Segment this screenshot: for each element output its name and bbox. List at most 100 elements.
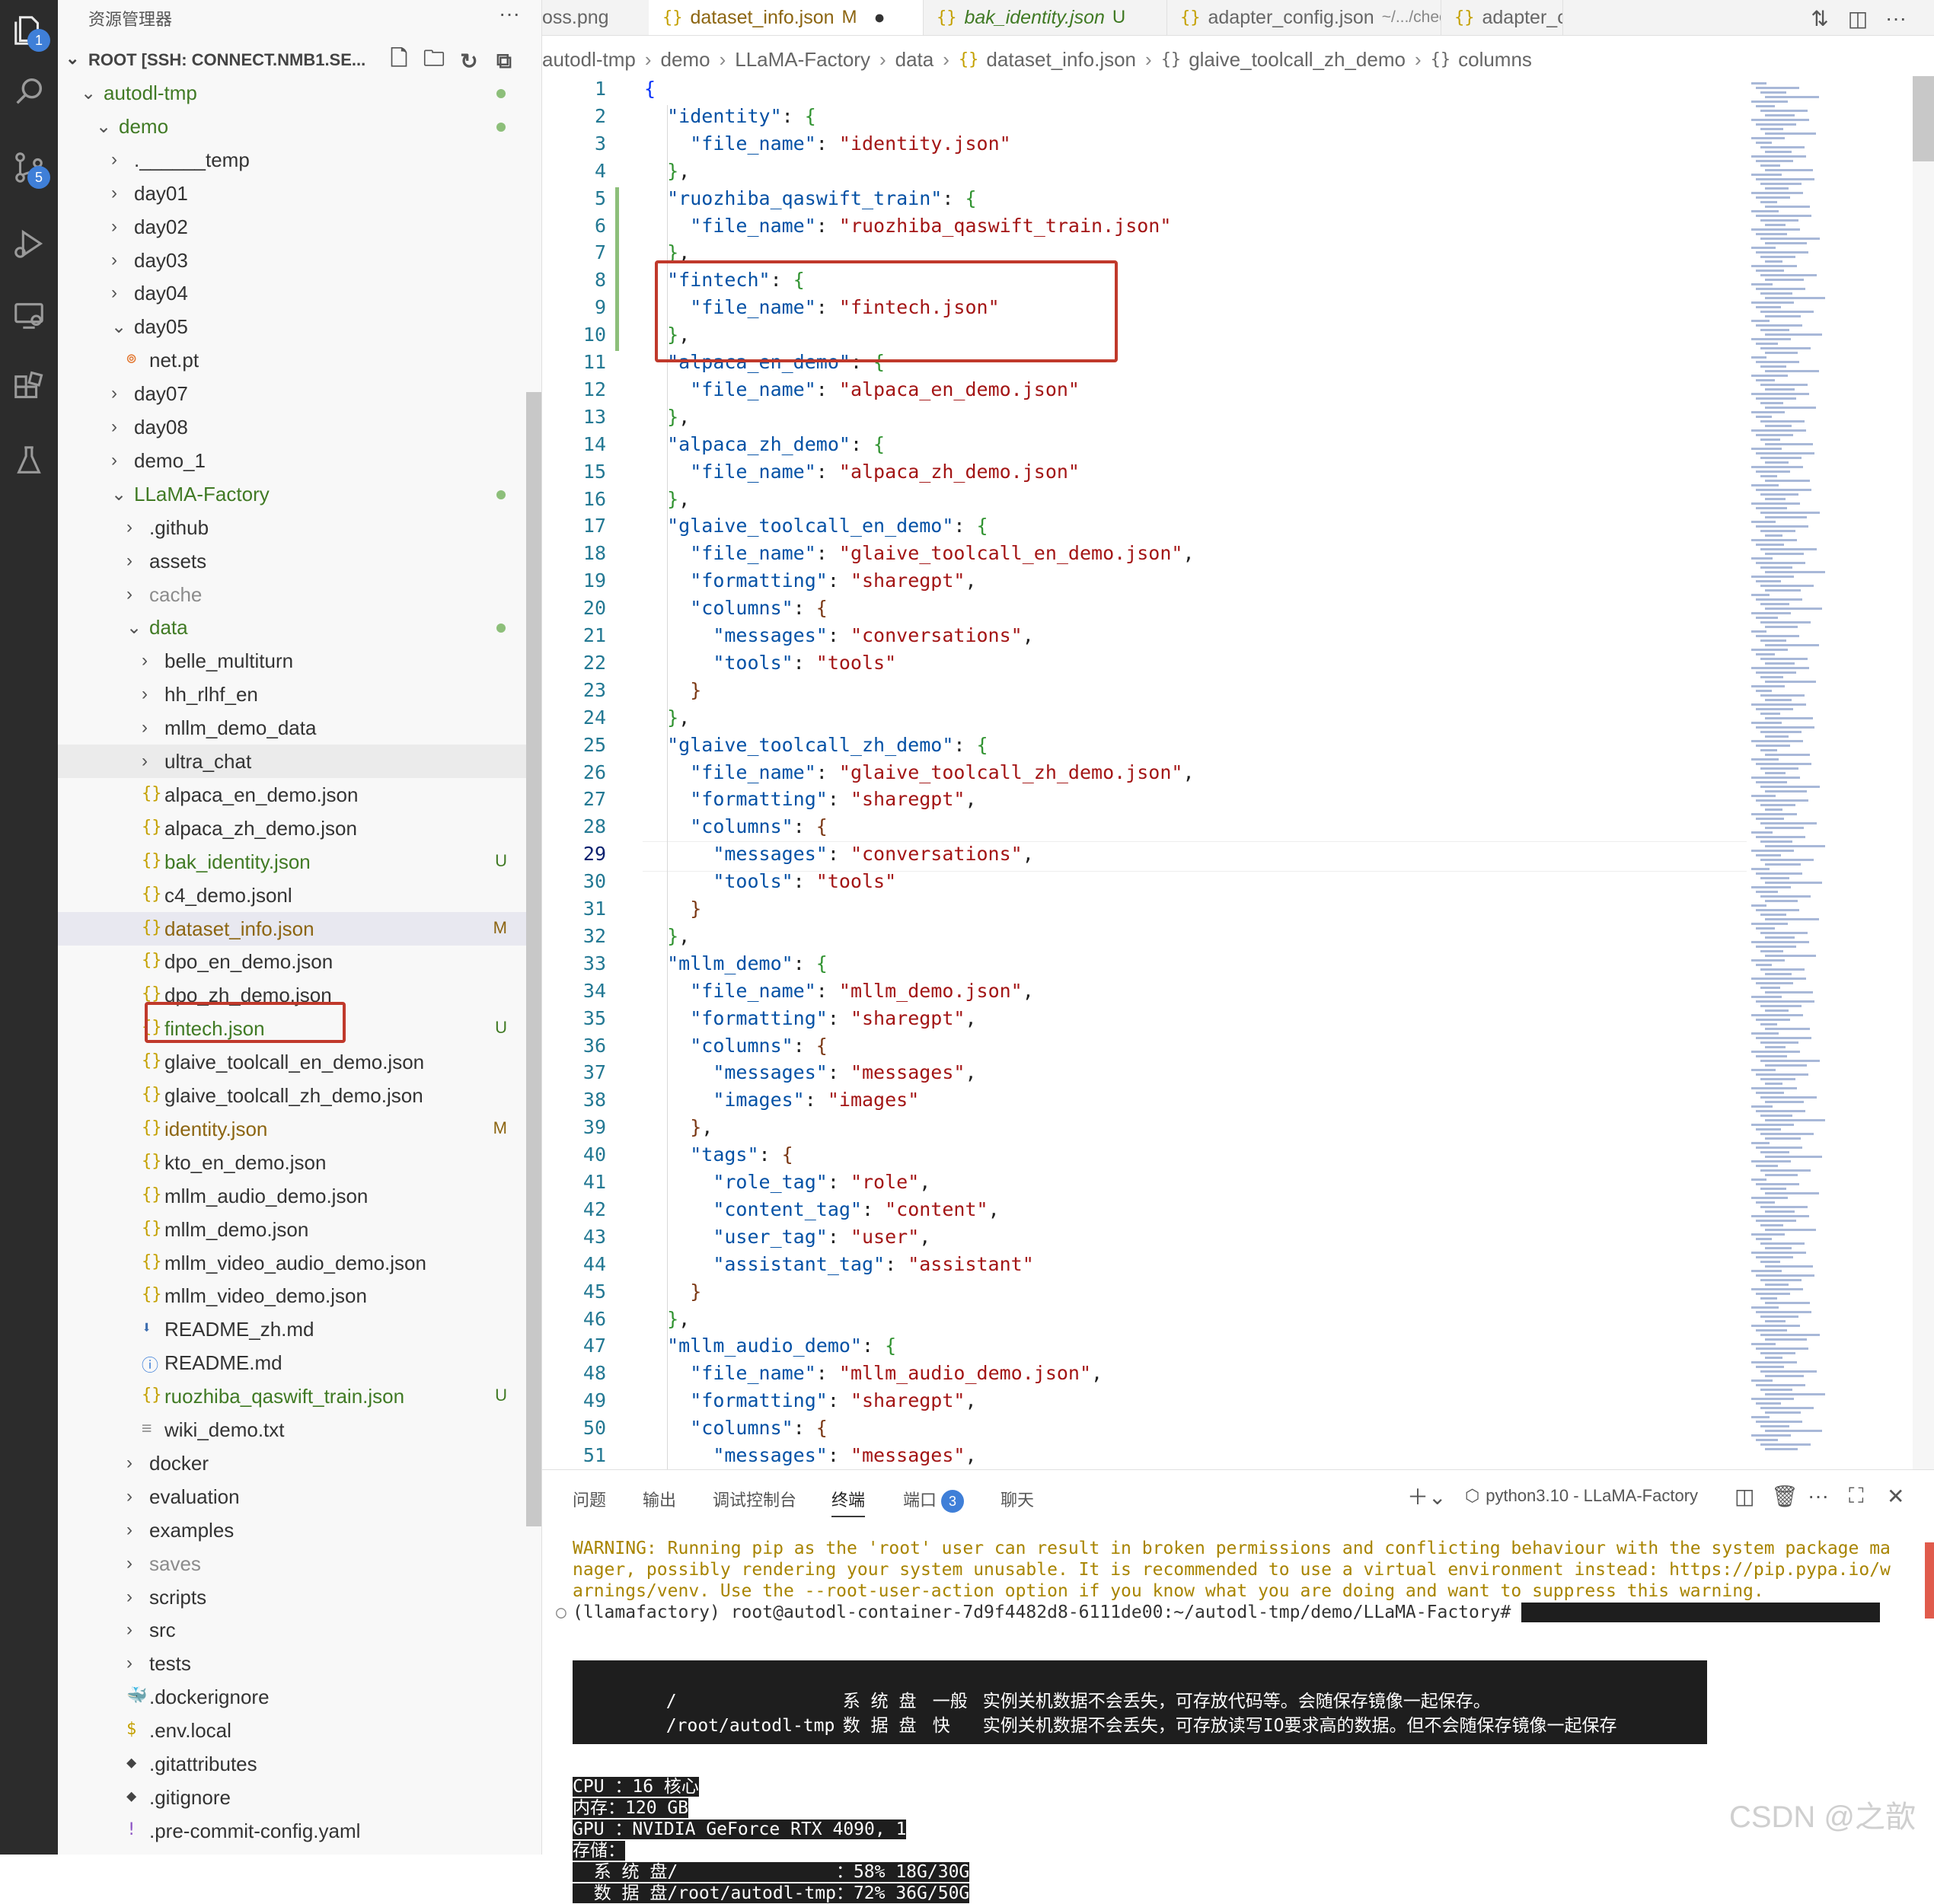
file-item[interactable]: {} mllm_demo.json [58,1213,530,1246]
panel-tab[interactable]: 聊天 [1001,1487,1034,1511]
folder-item[interactable]: ⌄ day05 [58,310,530,343]
code-line[interactable]: "columns": { [644,815,828,837]
file-item[interactable]: {} mllm_audio_demo.json [58,1179,530,1213]
code-line[interactable]: } [644,898,701,920]
code-line[interactable]: "formatting": "sharegpt", [644,569,976,592]
search-icon[interactable] [0,61,58,122]
folder-item[interactable]: › evaluation [58,1480,530,1513]
folder-item[interactable]: › src [58,1613,530,1647]
file-item[interactable]: {} alpaca_en_demo.json [58,778,530,812]
folder-item[interactable]: › day08 [58,410,530,444]
terminal-scroll-marker[interactable] [1925,1542,1934,1619]
file-item[interactable]: {} identity.json M [58,1112,530,1146]
run-debug-icon[interactable] [0,213,58,274]
editor-scroll-thumb[interactable] [1913,76,1934,161]
folder-item[interactable]: ⌄ data [58,611,530,644]
code-line[interactable]: "messages": "messages", [644,1444,976,1466]
folder-item[interactable]: ⌄ demo [58,110,530,143]
panel-tab[interactable]: 输出 [643,1487,676,1511]
breadcrumb-item[interactable]: LLaMA-Factory [735,48,870,72]
folder-item[interactable]: › examples [58,1513,530,1547]
explorer-more-button[interactable]: ··· [499,2,520,26]
editor-tab[interactable]: {} bak_identity.json U [923,0,1167,35]
code-line[interactable]: "role_tag": "role", [644,1171,930,1193]
folder-item[interactable]: › day07 [58,377,530,410]
code-line[interactable]: "messages": "conversations", [644,624,1033,646]
folder-item[interactable]: ⌄ LLaMA-Factory [58,477,530,511]
split-editor-icon[interactable]: ◫ [1843,3,1873,33]
folder-item[interactable]: › belle_multiturn [58,644,530,678]
code-line[interactable]: "mllm_demo": { [644,952,828,974]
code-line[interactable]: "file_name": "ruozhiba_qaswift_train.jso… [644,215,1171,237]
file-item[interactable]: ◆ .gitattributes [58,1747,530,1781]
breadcrumb-item[interactable]: autodl-tmp [542,48,636,72]
code-line[interactable]: "formatting": "sharegpt", [644,788,976,810]
folder-item[interactable]: › scripts [58,1580,530,1614]
code-line[interactable]: "file_name": "glaive_toolcall_en_demo.js… [644,542,1194,564]
code-line[interactable]: "file_name": "mllm_audio_demo.json", [644,1362,1103,1384]
folder-item[interactable]: › demo_1 [58,444,530,477]
code-line[interactable]: "images": "images" [644,1089,919,1111]
close-panel-icon[interactable]: ✕ [1887,1481,1904,1511]
code-line[interactable]: "file_name": "alpaca_en_demo.json" [644,378,1080,400]
file-item[interactable]: {} c4_demo.jsonl [58,879,530,912]
refresh-icon[interactable]: ↻ [455,47,483,75]
extensions-icon[interactable] [0,358,58,419]
gutter-added-lines-marker[interactable] [615,187,619,351]
file-item[interactable]: {} ruozhiba_qaswift_train.json U [58,1379,530,1413]
explorer-icon[interactable]: 1 [0,0,58,61]
minimap[interactable] [1748,76,1893,1469]
file-item[interactable]: {} alpaca_zh_demo.json [58,812,530,845]
folder-item[interactable]: › saves [58,1547,530,1580]
folder-item[interactable]: › docker [58,1446,530,1480]
code-line[interactable]: "user_tag": "user", [644,1226,930,1248]
file-item[interactable]: {} kto_en_demo.json [58,1146,530,1179]
code-editor[interactable]: 1 {2 "identity": {3 "file_name": "identit… [542,76,1934,1469]
panel-more-button[interactable]: ··· [1808,1481,1829,1511]
file-item[interactable]: {} mllm_video_demo.json [58,1279,530,1312]
code-line[interactable]: "content_tag": "content", [644,1198,999,1220]
file-item[interactable]: {} glaive_toolcall_zh_demo.json [58,1079,530,1112]
folder-item[interactable]: › day03 [58,244,530,277]
code-line[interactable]: "formatting": "sharegpt", [644,1389,976,1411]
file-item[interactable]: ⓘ README.md [58,1346,530,1379]
code-line[interactable]: "formatting": "sharegpt", [644,1007,976,1029]
breadcrumb-item[interactable]: glaive_toolcall_zh_demo [1189,48,1406,72]
code-line[interactable]: }, [644,1116,713,1138]
code-line[interactable]: "assistant_tag": "assistant" [644,1253,1033,1275]
file-item[interactable]: ⬇ README_zh.md [58,1312,530,1346]
folder-item[interactable]: › tests [58,1647,530,1680]
code-line[interactable]: "file_name": "glaive_toolcall_zh_demo.js… [644,761,1194,783]
panel-tab[interactable]: 问题 [573,1487,606,1511]
code-line[interactable]: "columns": { [644,597,828,619]
file-item[interactable]: {} mllm_video_audio_demo.json [58,1246,530,1280]
code-line[interactable]: { [644,78,656,100]
workspace-root[interactable]: ⌄ ROOT [SSH: CONNECT.NMB1.SE... 🗋 🗀 ↻ ⧉ [58,44,541,75]
code-line[interactable]: "tools": "tools" [644,870,896,892]
terminal-selector[interactable]: ⬡ python3.10 - LLaMA-Factory [1465,1481,1698,1511]
file-item[interactable]: ◆ .gitignore [58,1781,530,1814]
more-actions-button[interactable]: ··· [1881,3,1911,33]
code-line[interactable]: "file_name": "mllm_demo.json", [644,980,1034,1002]
new-terminal-button[interactable]: ＋⌄ [1407,1481,1446,1511]
code-line[interactable]: "tools": "tools" [644,652,896,674]
code-line[interactable]: "file_name": "identity.json" [644,132,1010,155]
folder-item[interactable]: › day02 [58,210,530,244]
folder-item[interactable]: › .github [58,511,530,544]
file-item[interactable]: ≡ wiki_demo.txt [58,1413,530,1446]
code-line[interactable]: "glaive_toolcall_zh_demo": { [644,734,988,756]
folder-item[interactable]: › mllm_demo_data [58,711,530,745]
new-folder-icon[interactable]: 🗀 [420,46,448,75]
folder-item[interactable]: › day04 [58,276,530,310]
file-item[interactable]: ⊚ net.pt [58,343,530,377]
editor-tab[interactable]: {} adapter_config.json ~/.../checkpoint-10… [1166,0,1441,35]
editor-scrollbar[interactable] [1913,76,1934,1469]
trash-icon[interactable]: 🗑 [1771,1481,1798,1511]
code-line[interactable]: } [644,1280,701,1303]
file-item[interactable]: {} glaive_toolcall_en_demo.json [58,1045,530,1079]
folder-item[interactable]: › cache [58,578,530,611]
source-control-icon[interactable]: 5 [0,137,58,198]
file-item[interactable]: {} dpo_en_demo.json [58,945,530,978]
file-item[interactable]: $ .env.local [58,1714,530,1747]
breadcrumb-item[interactable]: dataset_info.json [986,48,1136,72]
